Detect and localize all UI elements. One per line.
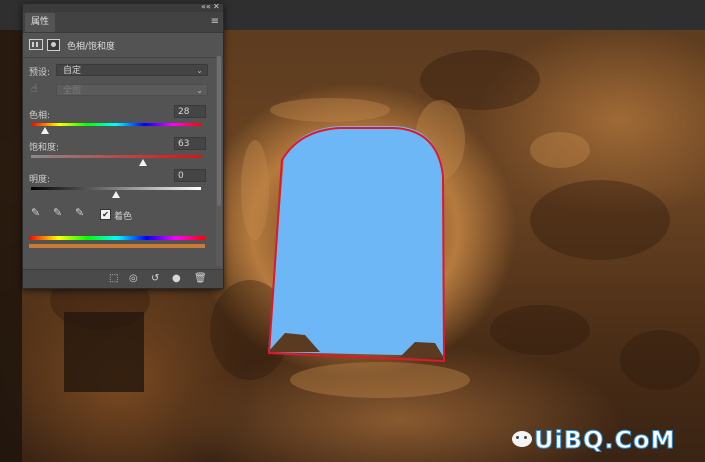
targeted-adjustment-hand-icon[interactable]: ☝ (31, 82, 38, 95)
chevron-down-icon: ⌄ (196, 66, 203, 75)
chevron-down-icon: ⌄ (196, 86, 203, 95)
preset-label: 预设: (29, 68, 51, 78)
dark-rock-block (64, 312, 144, 392)
reset-icon[interactable]: ↺ (151, 273, 159, 284)
saturation-label: 饱和度: (29, 143, 60, 153)
layer-mask-icon[interactable] (47, 39, 60, 51)
panel-tabbar: 属性 ≡ (23, 12, 223, 33)
panel-bottom-bar: ⬚ ◎ ↺ ● 🗑 (23, 269, 223, 288)
adjustment-title: 色相/饱和度 (67, 42, 116, 52)
watermark-text: UiBQ.CoM (534, 426, 676, 455)
panel-chrome: «« ✕ (23, 2, 223, 12)
colorize-label: 着色 (114, 212, 133, 222)
adjustment-layer-icon[interactable] (29, 39, 43, 50)
hue-input[interactable]: 28 (174, 105, 206, 118)
tab-properties[interactable]: 属性 (25, 13, 56, 32)
saturation-slider-thumb[interactable] (139, 159, 148, 166)
sky-opening (268, 126, 444, 356)
saturation-slider-track[interactable] (31, 155, 201, 158)
panel-scrollbar[interactable] (216, 56, 222, 266)
lightness-slider-track[interactable] (31, 187, 201, 190)
add-to-sample-eyedropper-icon[interactable]: ✎ (53, 206, 62, 219)
view-previous-icon[interactable]: ◎ (129, 273, 138, 284)
hue-slider-thumb[interactable] (40, 127, 49, 134)
subtract-from-sample-eyedropper-icon[interactable]: ✎ (75, 206, 84, 219)
preset-select[interactable]: 自定 ⌄ (56, 64, 208, 76)
preset-value: 自定 (63, 66, 82, 76)
lightness-label: 明度: (29, 175, 51, 185)
left-shadow (0, 0, 22, 462)
channel-value: 全图 (63, 86, 82, 96)
adjustment-header: 色相/饱和度 (23, 33, 223, 58)
scrollbar-thumb[interactable] (217, 56, 221, 206)
hamburger-icon[interactable]: ≡ (211, 16, 219, 27)
visibility-icon[interactable]: ● (172, 273, 181, 284)
hue-label: 色相: (29, 111, 51, 121)
input-hue-bar (29, 236, 205, 240)
close-icon[interactable]: ✕ (213, 2, 220, 12)
hue-slider-track[interactable] (31, 123, 201, 126)
eyedropper-icon[interactable]: ✎ (31, 206, 40, 219)
lightness-slider-thumb[interactable] (112, 191, 120, 198)
wechat-icon (512, 431, 532, 447)
clip-to-layer-icon[interactable]: ⬚ (109, 273, 118, 284)
colorize-checkbox[interactable]: ✔ (100, 209, 111, 220)
channel-select[interactable]: 全图 ⌄ (56, 84, 208, 96)
lightness-input[interactable]: 0 (174, 169, 206, 182)
collapse-icon[interactable]: «« (201, 2, 211, 12)
output-hue-bar (29, 244, 205, 248)
delete-icon[interactable]: 🗑 (194, 273, 207, 284)
saturation-input[interactable]: 63 (174, 137, 206, 150)
properties-panel[interactable]: «« ✕ 属性 ≡ 色相/饱和度 预设: 自定 ⌄ ☝ 全图 ⌄ 色相: 28 … (22, 2, 224, 289)
